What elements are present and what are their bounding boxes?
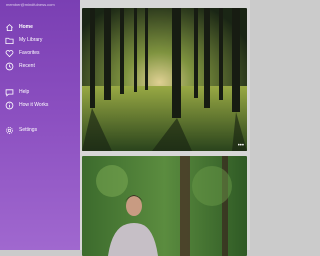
- folder-icon: [5, 37, 14, 44]
- forest-card[interactable]: •••: [82, 8, 247, 151]
- clock-icon: [5, 62, 14, 70]
- gear-icon: [6, 126, 13, 134]
- nav-label-recent: Recent: [19, 63, 35, 69]
- nav-item-recent[interactable]: Recent: [5, 61, 35, 71]
- nav-item-favorites[interactable]: Favorites: [5, 48, 40, 58]
- nav-label-home: Home: [19, 24, 33, 30]
- meditation-card[interactable]: [82, 156, 247, 256]
- meditating-woman-forest-image: [82, 156, 247, 256]
- forest-sunlight-image: [82, 8, 247, 151]
- nav-item-settings[interactable]: Settings: [5, 125, 37, 135]
- nav-item-help[interactable]: Help: [5, 87, 29, 97]
- nav-label-how-it-works: How it Works: [19, 102, 49, 108]
- nav-item-how-it-works[interactable]: How it Works: [5, 100, 48, 110]
- nav-item-home[interactable]: Home: [5, 22, 33, 32]
- content-area: •••: [80, 0, 250, 256]
- account-email: member@mindfulness.com: [6, 2, 55, 7]
- nav-item-my-library[interactable]: My Library: [5, 35, 42, 45]
- home-icon: [6, 23, 13, 31]
- nav-label-help: Help: [19, 89, 30, 95]
- sidebar: member@mindfulness.com Home My Library F…: [0, 0, 80, 250]
- chat-icon: [5, 88, 14, 97]
- nav-label-my-library: My Library: [19, 37, 43, 43]
- heart-icon: [5, 49, 14, 57]
- nav-label-favorites: Favorites: [19, 50, 40, 56]
- nav-label-settings: Settings: [19, 127, 38, 133]
- info-icon: [5, 101, 14, 109]
- more-options-icon[interactable]: •••: [238, 143, 244, 149]
